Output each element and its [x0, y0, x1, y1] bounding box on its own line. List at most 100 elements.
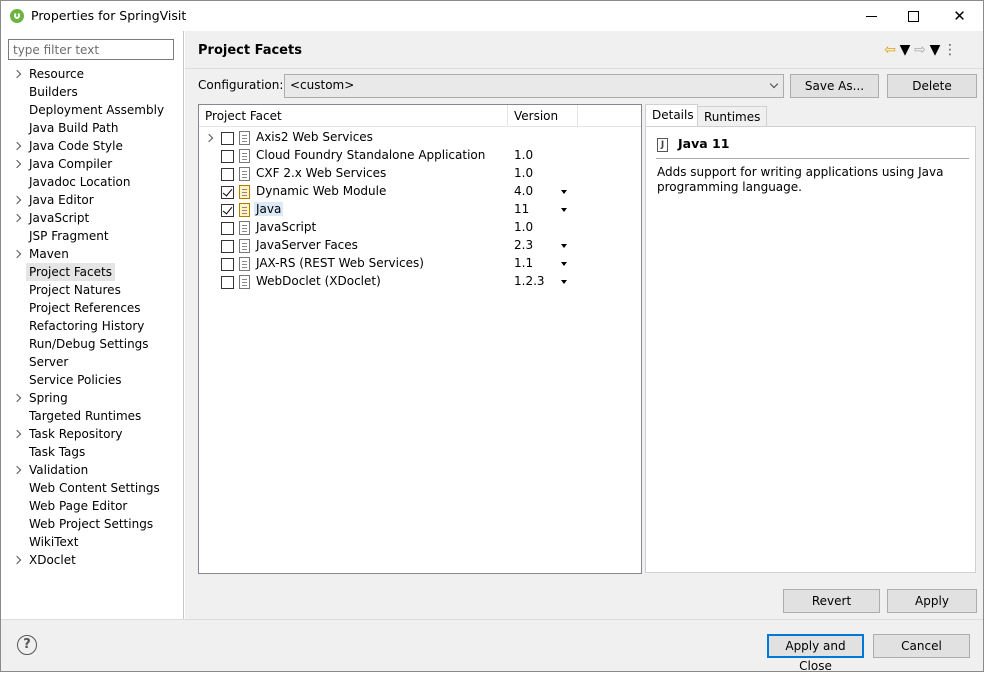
tree-item[interactable]: Targeted Runtimes [1, 407, 184, 425]
back-arrow-icon[interactable]: ⇦ [881, 41, 899, 59]
help-icon[interactable]: ? [17, 635, 37, 655]
facets-table-body: Axis2 Web Services Cloud Foundry Standalo… [199, 129, 641, 291]
facet-checkbox[interactable] [221, 222, 234, 235]
facet-checkbox[interactable] [221, 204, 234, 217]
facet-checkbox[interactable] [221, 276, 234, 289]
forward-arrow-icon[interactable]: ⇨ [911, 41, 929, 59]
tab-runtimes[interactable]: Runtimes [698, 106, 768, 126]
close-icon: ✕ [953, 7, 966, 25]
tree-item[interactable]: Task Tags [1, 443, 184, 461]
version-dropdown-icon[interactable] [561, 244, 567, 248]
tree-item[interactable]: Spring [1, 389, 184, 407]
tree-item[interactable]: Project Facets [1, 263, 184, 281]
chevron-right-icon[interactable] [13, 551, 23, 569]
tree-item[interactable]: Web Content Settings [1, 479, 184, 497]
facet-checkbox[interactable] [221, 132, 234, 145]
details-divider [656, 158, 969, 159]
table-row[interactable]: Dynamic Web Module 4.0 [199, 183, 641, 201]
chevron-right-icon[interactable] [13, 461, 23, 479]
minimize-button[interactable] [849, 1, 894, 31]
version-dropdown-icon[interactable] [561, 190, 567, 194]
revert-button[interactable]: Revert [783, 589, 880, 613]
configuration-label: Configuration: [198, 78, 284, 92]
facet-checkbox[interactable] [221, 258, 234, 271]
tree-item-label: Builders [29, 85, 78, 99]
chevron-right-icon[interactable] [13, 209, 23, 227]
property-pages-tree: Resource Builders Deployment Assembly Java … [1, 65, 184, 569]
facet-checkbox[interactable] [221, 186, 234, 199]
table-row[interactable]: CXF 2.x Web Services 1.0 [199, 165, 641, 183]
facet-icon [239, 239, 250, 253]
tree-item[interactable]: Service Policies [1, 371, 184, 389]
table-row[interactable]: JavaScript 1.0 [199, 219, 641, 237]
tree-item[interactable]: Validation [1, 461, 184, 479]
facet-version: 1.0 [514, 166, 534, 180]
back-dropdown-icon[interactable]: ▼ [899, 41, 911, 59]
chevron-right-icon[interactable] [13, 191, 23, 209]
delete-button[interactable]: Delete [887, 74, 977, 98]
facet-name: JavaScript [256, 220, 317, 234]
tree-item[interactable]: Java Build Path [1, 119, 184, 137]
cancel-button[interactable]: Cancel [873, 634, 970, 658]
chevron-right-icon[interactable] [13, 425, 23, 443]
chevron-right-icon[interactable] [13, 65, 23, 83]
tree-item[interactable]: XDoclet [1, 551, 184, 569]
configuration-select[interactable]: <custom> [284, 74, 784, 98]
table-row[interactable]: JavaServer Faces 2.3 [199, 237, 641, 255]
tree-item[interactable]: Java Code Style [1, 137, 184, 155]
table-row[interactable]: Cloud Foundry Standalone Application 1.0 [199, 147, 641, 165]
tree-item[interactable]: Javadoc Location [1, 173, 184, 191]
title-bar: Properties for SpringVisit ✕ [1, 1, 983, 31]
facet-name: Axis2 Web Services [256, 130, 373, 144]
property-pages-pane: Resource Builders Deployment Assembly Java … [1, 31, 184, 619]
apply-button[interactable]: Apply [887, 589, 977, 613]
column-header-facet[interactable]: Project Facet [205, 109, 282, 123]
tree-item[interactable]: Project References [1, 299, 184, 317]
tree-item[interactable]: Maven [1, 245, 184, 263]
tree-item-label: Maven [29, 247, 69, 261]
tree-item[interactable]: WikiText [1, 533, 184, 551]
tree-item[interactable]: Web Page Editor [1, 497, 184, 515]
table-row[interactable]: Axis2 Web Services [199, 129, 641, 147]
tree-item[interactable]: Deployment Assembly [1, 101, 184, 119]
tree-item[interactable]: Refactoring History [1, 317, 184, 335]
tree-item[interactable]: Java Editor [1, 191, 184, 209]
tree-item[interactable]: Builders [1, 83, 184, 101]
chevron-right-icon[interactable] [13, 245, 23, 263]
tree-item[interactable]: Task Repository [1, 425, 184, 443]
chevron-right-icon[interactable] [13, 155, 23, 173]
table-row[interactable]: JAX-RS (REST Web Services) 1.1 [199, 255, 641, 273]
close-button[interactable]: ✕ [937, 1, 982, 31]
maximize-button[interactable] [891, 1, 936, 31]
apply-and-close-button[interactable]: Apply and Close [767, 634, 864, 673]
tree-item[interactable]: JSP Fragment [1, 227, 184, 245]
view-menu-icon[interactable]: ⋮ [941, 41, 959, 59]
chevron-right-icon[interactable] [206, 129, 216, 147]
tree-item[interactable]: Project Natures [1, 281, 184, 299]
column-header-version[interactable]: Version [514, 109, 558, 123]
tree-item[interactable]: Java Compiler [1, 155, 184, 173]
version-dropdown-icon[interactable] [561, 208, 567, 212]
tree-item[interactable]: JavaScript [1, 209, 184, 227]
chevron-right-icon[interactable] [13, 389, 23, 407]
tree-item[interactable]: Server [1, 353, 184, 371]
facet-version: 11 [514, 202, 530, 216]
facet-checkbox[interactable] [221, 240, 234, 253]
tree-item[interactable]: Run/Debug Settings [1, 335, 184, 353]
filter-input[interactable] [8, 39, 174, 60]
tree-item[interactable]: Resource [1, 65, 184, 83]
forward-dropdown-icon[interactable]: ▼ [929, 41, 941, 59]
tree-item[interactable]: Web Project Settings [1, 515, 184, 533]
facet-checkbox[interactable] [221, 168, 234, 181]
details-panel: J Java 11 Adds support for writing appli… [645, 126, 976, 573]
facet-checkbox[interactable] [221, 150, 234, 163]
save-as-button[interactable]: Save As... [790, 74, 879, 98]
version-dropdown-icon[interactable] [561, 280, 567, 284]
table-row[interactable]: Java 11 [199, 201, 641, 219]
chevron-right-icon[interactable] [13, 137, 23, 155]
tab-details[interactable]: Details [645, 104, 698, 126]
version-dropdown-icon[interactable] [561, 262, 567, 266]
tree-item-label: Resource [29, 67, 85, 81]
table-row[interactable]: WebDoclet (XDoclet) 1.2.3 [199, 273, 641, 291]
tree-item-label: XDoclet [29, 553, 76, 567]
